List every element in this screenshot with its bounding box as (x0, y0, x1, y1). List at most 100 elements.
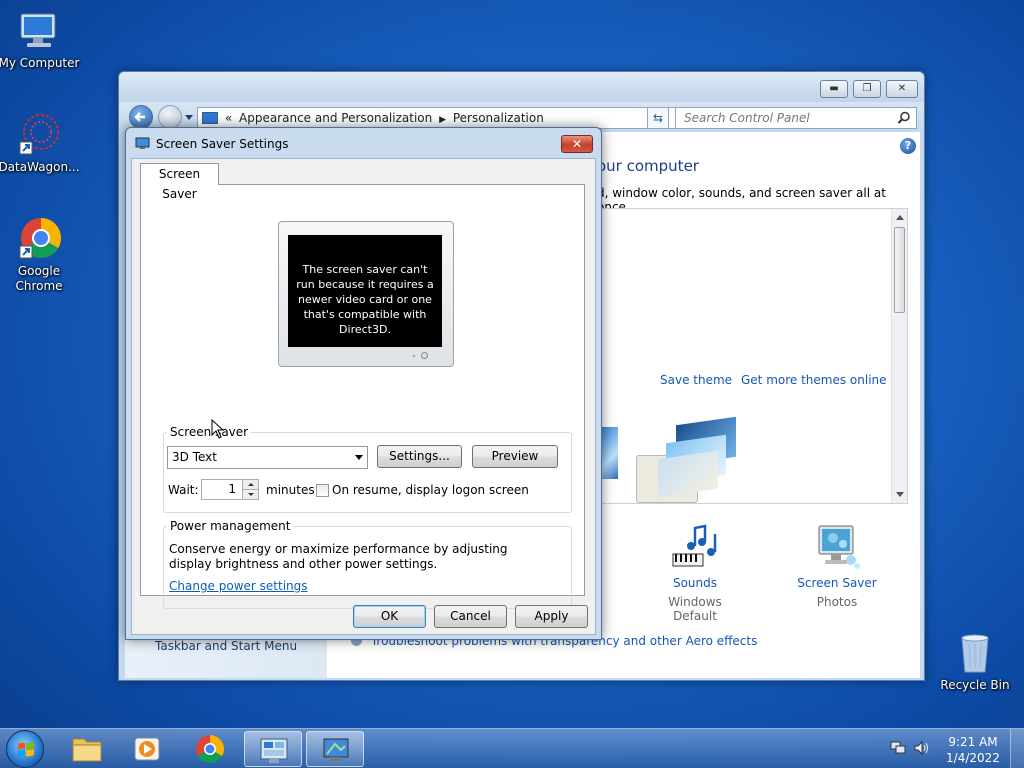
screen-saver-settings-dialog: Screen Saver Settings ✕ Screen Saver The… (125, 127, 602, 640)
screen-saver-setting[interactable]: Screen Saver Photos (787, 522, 887, 609)
taskbar-control-panel[interactable] (244, 731, 302, 767)
chevron-down-icon (355, 455, 363, 460)
computer-icon (17, 8, 61, 52)
sounds-value: Windows Default (668, 595, 722, 623)
spin-up-button[interactable] (242, 480, 258, 490)
apply-button[interactable]: Apply (515, 605, 588, 628)
media-player-icon (134, 737, 160, 761)
get-more-themes-link[interactable]: Get more themes online (741, 373, 887, 387)
help-icon[interactable]: ? (900, 138, 916, 154)
dialog-close-button[interactable]: ✕ (561, 135, 593, 153)
theme-thumbnail-photos[interactable] (658, 416, 754, 498)
themes-scrollbar[interactable] (891, 209, 907, 503)
display-settings-icon (323, 738, 349, 761)
forward-button[interactable] (158, 105, 182, 129)
screen-saver-select[interactable]: 3D Text (167, 446, 368, 469)
taskbar: 9:21 AM 1/4/2022 (0, 728, 1024, 768)
back-button[interactable] (129, 105, 153, 129)
taskbar-media-player[interactable] (118, 731, 176, 767)
control-panel-small-icon (202, 112, 218, 124)
maximize-button[interactable]: ❐ (853, 80, 881, 98)
recent-pages-dropdown[interactable] (185, 115, 193, 120)
close-button[interactable]: ✕ (886, 80, 918, 98)
scroll-thumb[interactable] (894, 227, 905, 313)
mouse-cursor-icon (211, 419, 225, 439)
theme-thumbnail-partial[interactable] (602, 427, 618, 479)
desktop-icon-label: My Computer (0, 56, 80, 70)
network-tray-icon[interactable] (890, 741, 906, 755)
change-power-settings-link[interactable]: Change power settings (169, 579, 308, 593)
spin-down-button[interactable] (242, 490, 258, 499)
page-heading: our computer (597, 157, 699, 175)
cancel-button[interactable]: Cancel (434, 605, 507, 628)
search-placeholder: Search Control Panel (684, 111, 810, 125)
sounds-setting[interactable]: Sounds Windows Default (645, 522, 745, 623)
on-resume-checkbox[interactable] (316, 484, 329, 497)
wait-value: 1 (228, 482, 236, 496)
taskbar-start-menu-link[interactable]: Taskbar and Start Menu (155, 639, 297, 653)
folder-icon (72, 738, 102, 762)
breadcrumb-appearance[interactable]: Appearance and Personalization (239, 111, 432, 125)
control-panel-icon (260, 738, 288, 763)
desktop-icon-datawagon[interactable]: DataWagon... (0, 112, 81, 175)
ok-button[interactable]: OK (353, 605, 426, 628)
dialog-client-area: Screen Saver The screen saver can't run … (131, 158, 596, 635)
windows-logo-icon (18, 742, 34, 757)
taskbar-chrome[interactable] (181, 731, 239, 767)
control-panel-titlebar (119, 72, 924, 102)
minutes-label: minutes (266, 483, 315, 497)
preview-message: The screen saver can't run because it re… (296, 263, 434, 336)
music-notes-icon (645, 522, 745, 578)
desktop-icon-label: Google Chrome (15, 264, 63, 293)
dialog-monitor-icon (135, 137, 150, 150)
desktop-icon-my-computer[interactable]: My Computer (0, 8, 81, 71)
wait-spinbox[interactable]: 1 (201, 479, 259, 500)
screen-saver-group-label: Screen saver (167, 425, 252, 439)
screen-saver-monitor-icon (787, 522, 887, 578)
datawagon-icon (17, 112, 61, 156)
screen-saver-selected: 3D Text (172, 450, 217, 464)
desktop-icon-label: DataWagon... (0, 160, 80, 174)
taskbar-explorer[interactable] (58, 731, 116, 767)
show-desktop-button[interactable] (1010, 729, 1024, 768)
clock-date: 1/4/2022 (946, 751, 1000, 765)
breadcrumb-personalization[interactable]: Personalization (453, 111, 544, 125)
preview-button[interactable]: Preview (472, 445, 558, 468)
wait-label: Wait: (168, 483, 199, 497)
dialog-title: Screen Saver Settings (156, 137, 289, 151)
scroll-down-arrow[interactable] (896, 492, 904, 497)
on-resume-label[interactable]: On resume, display logon screen (332, 483, 529, 497)
minimize-button[interactable]: ▬ (820, 80, 848, 98)
search-icon (897, 111, 910, 124)
desktop-icon-label: Recycle Bin (940, 678, 1010, 692)
chrome-icon (17, 216, 61, 260)
sounds-link[interactable]: Sounds (645, 576, 745, 590)
volume-tray-icon[interactable] (914, 740, 930, 756)
start-button[interactable] (6, 730, 44, 768)
preview-screen: The screen saver can't run because it re… (288, 235, 442, 347)
power-description: Conserve energy or maximize performance … (169, 542, 508, 571)
system-clock[interactable]: 9:21 AM 1/4/2022 (938, 734, 1008, 766)
screen-saver-link[interactable]: Screen Saver (787, 576, 887, 590)
scroll-up-arrow[interactable] (896, 215, 904, 220)
breadcrumb-separator: « (224, 111, 233, 125)
screen-saver-value: Photos (816, 595, 858, 609)
settings-button[interactable]: Settings... (377, 445, 462, 468)
desktop-icon-recycle-bin[interactable]: Recycle Bin (933, 630, 1017, 693)
chrome-icon (196, 735, 224, 763)
taskbar-screen-saver-settings[interactable] (306, 731, 364, 767)
breadcrumb-chevron-icon: ▶ (439, 115, 446, 125)
power-management-label: Power management (167, 519, 294, 533)
monitor-led-dot (413, 355, 415, 357)
clock-time: 9:21 AM (948, 735, 998, 749)
screen-saver-tab-panel: The screen saver can't run because it re… (140, 184, 585, 609)
desktop-icon-google-chrome[interactable]: Google Chrome (0, 216, 81, 294)
monitor-power-led (421, 352, 428, 359)
monitor-preview: The screen saver can't run because it re… (278, 221, 454, 367)
refresh-button[interactable]: ⇆ (647, 107, 669, 129)
arrow-left-icon (134, 112, 145, 122)
tab-screen-saver[interactable]: Screen Saver (140, 163, 219, 201)
search-input[interactable]: Search Control Panel (675, 107, 917, 129)
recycle-bin-icon (953, 630, 997, 674)
save-theme-link[interactable]: Save theme (660, 373, 732, 387)
